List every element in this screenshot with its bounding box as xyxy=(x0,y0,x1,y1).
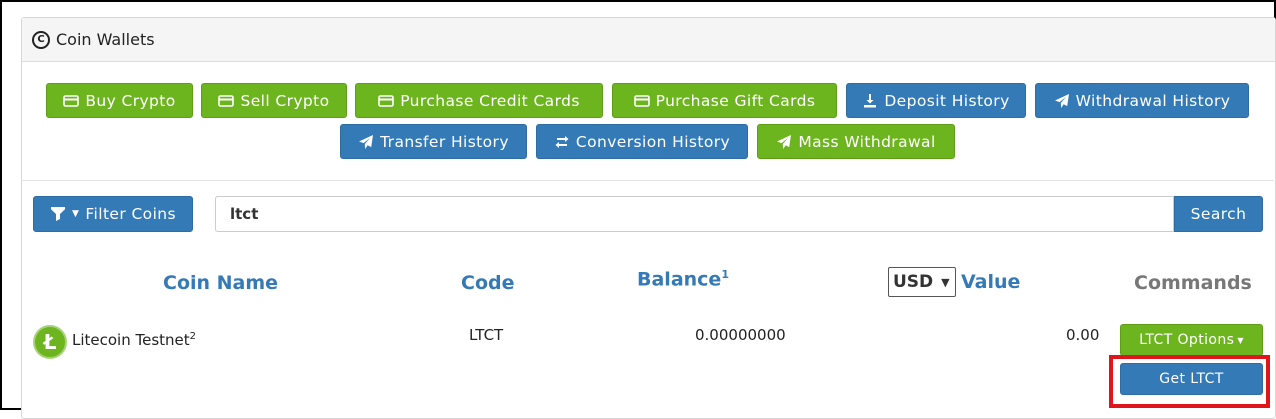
transfer-history-button[interactable]: Transfer History xyxy=(340,124,527,159)
credit-card-icon xyxy=(63,93,80,109)
credit-card-icon xyxy=(378,93,395,109)
purchase-credit-cards-button[interactable]: Purchase Credit Cards xyxy=(355,83,603,118)
divider xyxy=(21,180,1274,181)
header-balance[interactable]: Balance1 xyxy=(637,268,729,290)
copyright-circle-icon: C xyxy=(32,30,50,49)
withdrawal-history-button[interactable]: Withdrawal History xyxy=(1035,83,1249,118)
header-commands: Commands xyxy=(1134,272,1252,294)
exchange-icon xyxy=(554,134,570,150)
mass-withdrawal-button[interactable]: Mass Withdrawal xyxy=(757,124,955,159)
header-value[interactable]: Value xyxy=(961,271,1020,293)
header-code[interactable]: Code xyxy=(461,272,514,294)
dropdown-caret-icon: ▼ xyxy=(1237,335,1244,345)
coin-footnote: 2 xyxy=(189,331,197,342)
filter-coins-button[interactable]: ▼ Filter Coins xyxy=(33,196,193,232)
header-coin-name[interactable]: Coin Name xyxy=(163,272,278,294)
search-button[interactable]: Search xyxy=(1174,196,1263,232)
litecoin-logo-icon: Ł xyxy=(33,325,67,359)
panel-heading: C Coin Wallets xyxy=(22,18,1275,62)
conversion-history-button[interactable]: Conversion History xyxy=(536,124,748,159)
chevron-down-icon: ▼ xyxy=(941,275,950,289)
currency-select[interactable]: USD ▼ xyxy=(888,267,956,297)
deposit-history-button[interactable]: Deposit History xyxy=(846,83,1026,118)
buy-crypto-button[interactable]: Buy Crypto xyxy=(46,83,193,118)
sell-crypto-button[interactable]: Sell Crypto xyxy=(201,83,347,118)
panel-title: Coin Wallets xyxy=(56,30,155,49)
balance-footnote: 1 xyxy=(721,268,729,281)
send-icon xyxy=(1054,93,1070,109)
send-icon xyxy=(358,134,374,150)
filter-icon xyxy=(50,206,66,222)
credit-card-icon xyxy=(218,93,235,109)
value-cell: 0.00 xyxy=(1066,326,1100,344)
download-icon xyxy=(862,93,878,109)
dropdown-caret-icon: ▼ xyxy=(72,209,80,219)
coin-name-cell[interactable]: Litecoin Testnet2 xyxy=(72,331,196,349)
balance-cell: 0.00000000 xyxy=(695,326,786,344)
credit-card-icon xyxy=(633,93,650,109)
ltct-options-button[interactable]: LTCT Options ▼ xyxy=(1120,324,1263,356)
highlight-box xyxy=(1109,355,1270,408)
send-icon xyxy=(776,134,792,150)
search-input[interactable]: ltct xyxy=(215,196,1174,232)
code-cell: LTCT xyxy=(469,326,504,344)
purchase-gift-cards-button[interactable]: Purchase Gift Cards xyxy=(612,83,837,118)
